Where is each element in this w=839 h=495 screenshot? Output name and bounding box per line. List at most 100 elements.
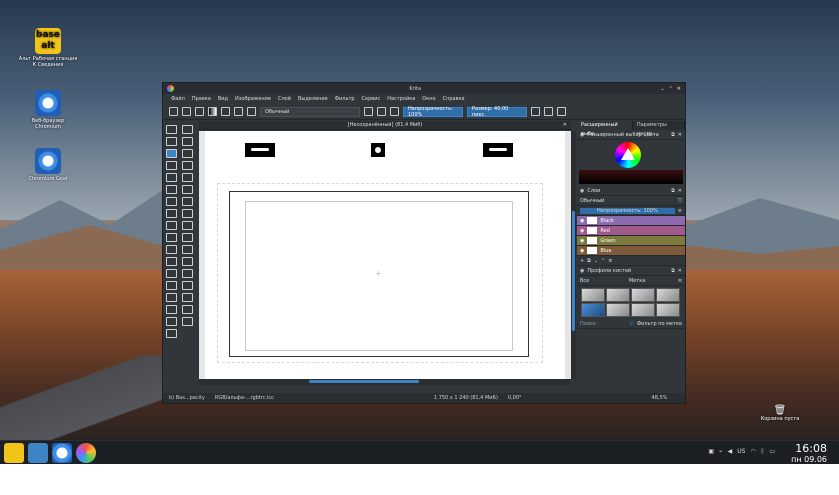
calligraphy-icon[interactable] (182, 137, 193, 146)
line-tool-icon[interactable] (182, 149, 193, 158)
mirror-icon[interactable] (531, 107, 540, 116)
zoom-status[interactable]: 48,5% (652, 395, 668, 401)
eraser-mode-icon[interactable] (364, 107, 373, 116)
clock[interactable]: 16:08 пн 09.06 (791, 443, 827, 465)
preserve-alpha-icon[interactable] (377, 107, 386, 116)
presets-tag-select[interactable]: Метка (629, 278, 675, 284)
gradient-tool-icon[interactable] (182, 221, 193, 230)
color-picker-icon[interactable] (166, 233, 177, 242)
layers-opacity-slider[interactable]: Непрозрачность: 100% (580, 207, 675, 214)
contiguous-select-icon[interactable] (182, 293, 193, 302)
freehand-path-icon[interactable] (182, 185, 193, 194)
tab-color-selector[interactable]: Расширенный выбо... (577, 121, 633, 137)
dynamic-brush-icon[interactable] (166, 197, 177, 206)
move-down-icon[interactable]: ⌄ (594, 258, 598, 264)
preset-item[interactable] (631, 288, 655, 302)
assistant-tool-icon[interactable] (166, 257, 177, 266)
select-shapes-icon[interactable] (166, 125, 177, 134)
krita-taskbar-icon[interactable] (76, 442, 96, 463)
layer-row[interactable]: ◉ Blue (577, 246, 685, 256)
polyline-tool-icon[interactable] (182, 173, 193, 182)
preset-item[interactable] (581, 288, 605, 302)
save-document-icon[interactable] (195, 107, 204, 116)
checkbox-icon[interactable]: ☑ (629, 321, 633, 327)
preset-item[interactable] (631, 303, 655, 317)
scroll-thumb[interactable] (309, 380, 419, 383)
multibrush-icon[interactable] (182, 197, 193, 206)
rotation-status[interactable]: 0,00° (508, 395, 522, 401)
clipboard-icon[interactable]: ▣ (708, 448, 714, 455)
brush-settings-icon[interactable] (247, 107, 256, 116)
minimize-icon[interactable]: ⌄ (660, 86, 664, 92)
similar-select-icon[interactable] (166, 305, 177, 314)
pan-tool-icon[interactable] (166, 329, 177, 338)
text-tool-icon[interactable] (182, 125, 193, 134)
menu-edit[interactable]: Правка (192, 96, 211, 102)
float-icon[interactable]: ⧉ (671, 132, 675, 138)
fill-tool-icon[interactable] (166, 245, 177, 254)
freehand-select-icon[interactable] (166, 293, 177, 302)
desktop-icon-alt[interactable]: base alt Альт Рабочая станция К Сведения (18, 28, 78, 68)
file-manager-icon[interactable] (28, 442, 48, 463)
reload-preset-icon[interactable] (390, 107, 399, 116)
polygon-tool-icon[interactable] (166, 173, 177, 182)
layer-row[interactable]: ◉ Red (577, 226, 685, 236)
size-slider[interactable]: Размер: 40,00 пикс. (467, 106, 527, 118)
colorize-mask-icon[interactable] (182, 233, 193, 242)
rect-select-icon[interactable] (182, 269, 193, 278)
close-document-icon[interactable]: ✕ (563, 122, 567, 128)
crop-tool-icon[interactable] (166, 221, 177, 230)
desktop-icon-chromium-gost[interactable]: Chromium Gost (18, 148, 78, 182)
zoom-tool-icon[interactable] (182, 317, 193, 326)
document-tab[interactable]: [Несохранённый] (81,4 Миб) ✕ (199, 121, 571, 130)
brush-preset-icon[interactable] (234, 107, 243, 116)
menu-layer[interactable]: Слой (278, 96, 291, 102)
menu-image[interactable]: Изображение (235, 96, 271, 102)
battery-icon[interactable]: ▭ (769, 448, 775, 455)
maximize-icon[interactable]: ⌃ (669, 86, 673, 92)
vertical-scrollbar[interactable] (571, 131, 576, 379)
properties-icon[interactable]: ≡ (608, 258, 612, 264)
desktop-icon-trash[interactable]: 🗑 Корзина пуста (760, 405, 800, 422)
add-layer-icon[interactable]: + (580, 258, 584, 264)
wifi-icon[interactable]: ◠ (750, 448, 755, 455)
menu-icon[interactable]: ≡ (678, 208, 682, 214)
scroll-thumb[interactable] (572, 211, 575, 331)
preset-item[interactable] (656, 303, 680, 317)
freehand-brush-icon[interactable] (166, 149, 177, 158)
menu-select[interactable]: Выделение (298, 96, 328, 102)
transform-tool-icon[interactable] (166, 209, 177, 218)
menu-view[interactable]: Вид (218, 96, 228, 102)
presets-search-input[interactable]: Поиск (580, 321, 626, 327)
app-menu-icon[interactable] (4, 442, 24, 463)
eye-icon[interactable]: ◉ (580, 248, 584, 254)
menu-settings[interactable]: Настройка (387, 96, 415, 102)
close-icon[interactable]: ✕ (678, 268, 682, 274)
open-document-icon[interactable] (182, 107, 191, 116)
magnetic-select-icon[interactable] (166, 317, 177, 326)
preset-item[interactable] (656, 288, 680, 302)
menu-window[interactable]: Окно (422, 96, 435, 102)
bezier-tool-icon[interactable] (166, 185, 177, 194)
presets-filter-select[interactable]: Все (580, 278, 626, 284)
opacity-slider[interactable]: Непрозрачность: 100% (403, 106, 463, 118)
tab-tool-options[interactable]: Параметры инстр... (633, 121, 685, 137)
close-icon[interactable]: ✕ (677, 86, 681, 92)
filter-icon[interactable]: ⛉ (678, 198, 682, 204)
krita-window[interactable]: Krita ⌄ ⌃ ✕ Файл Правка Вид Изображение … (162, 82, 686, 404)
menu-file[interactable]: Файл (171, 96, 185, 102)
color-triangle[interactable] (621, 148, 635, 160)
chromium-taskbar-icon[interactable] (52, 442, 72, 463)
float-icon[interactable]: ⧉ (671, 268, 675, 274)
bluetooth-icon[interactable]: ᛒ (761, 448, 765, 455)
menu-help[interactable]: Справка (443, 96, 465, 102)
rectangle-tool-icon[interactable] (166, 161, 177, 170)
color-gradient-bar[interactable] (579, 170, 683, 184)
close-icon[interactable]: ✕ (678, 132, 682, 138)
blend-mode-select[interactable]: Обычный (260, 106, 360, 117)
eye-icon[interactable]: ◉ (580, 228, 584, 234)
wrap-icon[interactable] (544, 107, 553, 116)
menu-tools[interactable]: Сервис (362, 96, 381, 102)
measure-tool-icon[interactable] (182, 257, 193, 266)
color-selector[interactable] (577, 140, 685, 186)
